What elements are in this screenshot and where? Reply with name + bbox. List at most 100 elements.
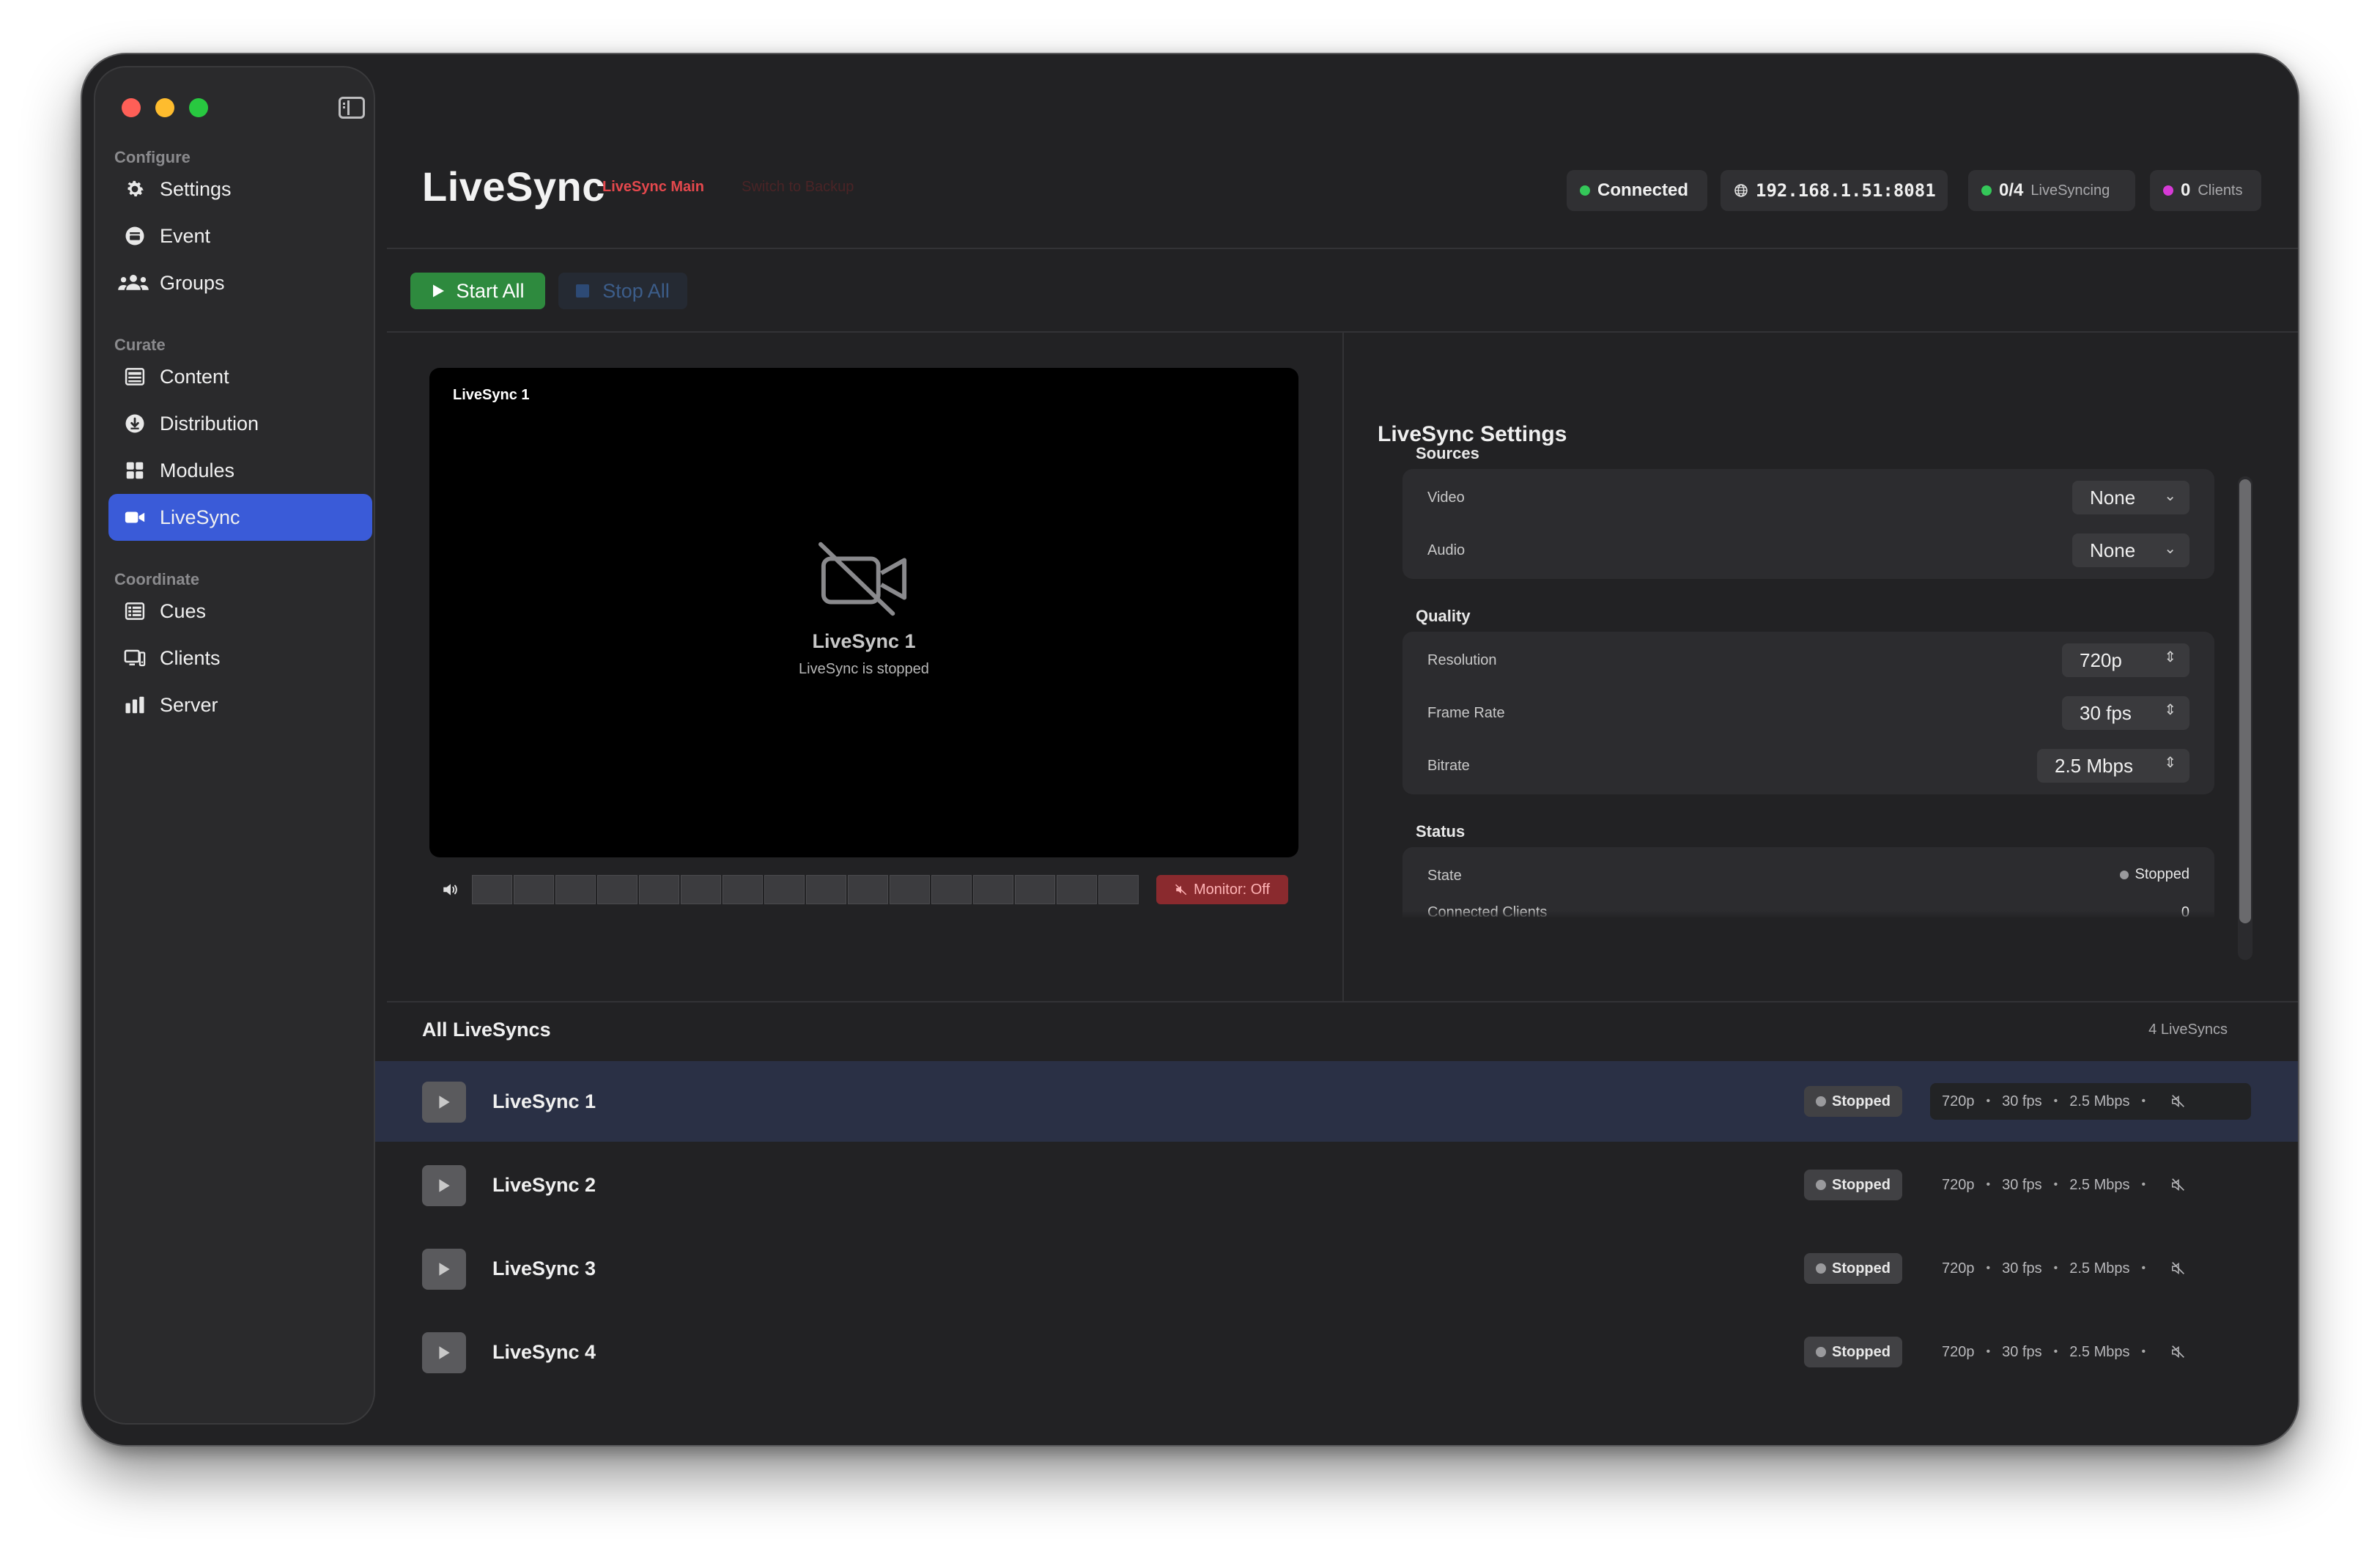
audio-source-select[interactable]: None ⌄ (2072, 533, 2189, 567)
sidebar-item-groups[interactable]: Groups (108, 259, 372, 306)
switch-to-backup-link[interactable]: Switch to Backup (742, 179, 854, 196)
audio-meter-row (441, 875, 1140, 904)
meter-segment (597, 875, 638, 904)
specs-summary: 720p • 30 fps • 2.5 Mbps • (1930, 1250, 2251, 1287)
livesyncing-label: LiveSyncing (2030, 182, 2110, 199)
meter-segment (806, 875, 846, 904)
state-value-container: Stopped (2112, 866, 2189, 883)
play-button[interactable] (422, 1082, 466, 1123)
video-preview: LiveSync 1 LiveSync 1 LiveSync is stoppe… (429, 368, 1298, 857)
meter-segment (1057, 875, 1097, 904)
sidebar-item-livesync[interactable]: LiveSync (108, 494, 372, 541)
status-badge: Stopped (1804, 1253, 1902, 1284)
list-item[interactable]: LiveSync 1 Stopped 720p • 30 fps • 2.5 Mbp… (375, 1061, 2298, 1142)
specs-summary: 720p • 30 fps • 2.5 Mbps • (1930, 1083, 2251, 1120)
sidebar-toggle-icon[interactable] (339, 97, 365, 119)
list-title: All LiveSyncs (422, 1019, 551, 1041)
display-icon (123, 646, 147, 670)
bitrate-select[interactable]: 2.5 Mbps ⇕ (2037, 749, 2189, 783)
server-address-badge[interactable]: 192.168.1.51:8081 (1721, 170, 1948, 211)
frame-rate-select[interactable]: 30 fps ⇕ (2062, 696, 2189, 730)
sidebar-item-modules[interactable]: Modules (108, 447, 372, 494)
meter-segment (931, 875, 972, 904)
chevron-down-icon: ⌄ (2164, 541, 2176, 557)
livesyncing-count: 0/4 (1999, 180, 2024, 200)
content-icon (123, 365, 147, 388)
resolution: 720p (1942, 1343, 1975, 1360)
server-icon (123, 693, 147, 717)
list-item[interactable]: LiveSync 4 Stopped 720p • 30 fps • 2.5 Mbp… (375, 1312, 2298, 1392)
page-title: LiveSync (422, 163, 605, 210)
resolution: 720p (1942, 1260, 1975, 1277)
sidebar-item-label: Event (160, 224, 211, 247)
globe-icon (1734, 183, 1748, 198)
section-label-curate: Curate (114, 336, 166, 354)
close-window-button[interactable] (122, 98, 141, 117)
play-icon (439, 1346, 450, 1359)
sidebar-item-settings[interactable]: Settings (108, 166, 372, 213)
status-text: Stopped (1832, 1093, 1891, 1109)
sidebar-item-clients[interactable]: Clients (108, 635, 372, 682)
list-item[interactable]: LiveSync 2 Stopped 720p • 30 fps • 2.5 Mbp… (375, 1145, 2298, 1225)
play-button[interactable] (422, 1332, 466, 1373)
clients-count: 0 (2181, 180, 2191, 200)
sidebar-item-cues[interactable]: Cues (108, 588, 372, 635)
status-dot (1816, 1096, 1826, 1107)
list-item[interactable]: LiveSync 3 Stopped 720p • 30 fps • 2.5 Mbp… (375, 1228, 2298, 1309)
status-dot (1816, 1347, 1826, 1357)
separator-dot: • (2141, 1095, 2146, 1107)
speaker-muted-icon (2172, 1345, 2184, 1358)
status-badge: Stopped (1804, 1086, 1902, 1117)
play-icon (431, 283, 446, 299)
meter-segment (555, 875, 596, 904)
fps: 30 fps (2002, 1260, 2042, 1277)
bitrate: 2.5 Mbps (2069, 1093, 2130, 1109)
sidebar-item-label: Modules (160, 459, 235, 481)
status-label: Status (1416, 822, 1466, 841)
separator-dot: • (2053, 1262, 2058, 1274)
play-button[interactable] (422, 1165, 466, 1206)
stop-all-button[interactable]: Stop All (558, 273, 687, 309)
separator-dot: • (1986, 1262, 1991, 1274)
zoom-window-button[interactable] (189, 98, 208, 117)
video-source-select[interactable]: None ⌄ (2072, 481, 2189, 514)
meter-segment (890, 875, 930, 904)
people-icon (117, 271, 149, 295)
meter-segment (472, 875, 512, 904)
play-button[interactable] (422, 1249, 466, 1290)
status-dot (2120, 870, 2129, 879)
sidebar-item-event[interactable]: Event (108, 213, 372, 259)
monitor-toggle-button[interactable]: Monitor: Off (1156, 875, 1288, 904)
sidebar-item-label: Content (160, 365, 229, 388)
sidebar-item-distribution[interactable]: Distribution (108, 400, 372, 447)
sidebar-item-server[interactable]: Server (108, 682, 372, 728)
panel-divider (1342, 333, 1344, 1001)
sidebar-item-label: Clients (160, 646, 221, 669)
status-dot (1816, 1263, 1826, 1274)
preview-status: LiveSync is stopped (799, 661, 929, 677)
download-circle-icon (123, 412, 147, 435)
play-icon (439, 1096, 450, 1109)
minimize-window-button[interactable] (155, 98, 174, 117)
status-badge: Stopped (1804, 1170, 1902, 1200)
resolution-value: 720p (2080, 649, 2122, 671)
monitor-label: Monitor: Off (1193, 881, 1271, 898)
sidebar-item-label: Settings (160, 177, 232, 200)
settings-scrollbar-thumb[interactable] (2239, 479, 2251, 923)
sidebar-item-label: Groups (160, 271, 225, 294)
connection-status-badge: Connected (1567, 170, 1707, 211)
livesync-name: LiveSync 3 (492, 1257, 596, 1279)
livesync-main-link[interactable]: LiveSync Main (602, 179, 704, 196)
bitrate-label: Bitrate (1427, 758, 1470, 774)
header-divider (387, 248, 2298, 249)
connection-status-label: Connected (1597, 180, 1689, 200)
sidebar-item-content[interactable]: Content (108, 353, 372, 400)
speaker-icon[interactable] (441, 880, 460, 899)
separator-dot: • (2053, 1178, 2058, 1191)
resolution-select[interactable]: 720p ⇕ (2062, 643, 2189, 677)
section-label-coordinate: Coordinate (114, 570, 200, 588)
start-all-button[interactable]: Start All (410, 273, 545, 309)
status-dot (1816, 1180, 1826, 1190)
meter-segment (514, 875, 554, 904)
meter-segment (1098, 875, 1139, 904)
